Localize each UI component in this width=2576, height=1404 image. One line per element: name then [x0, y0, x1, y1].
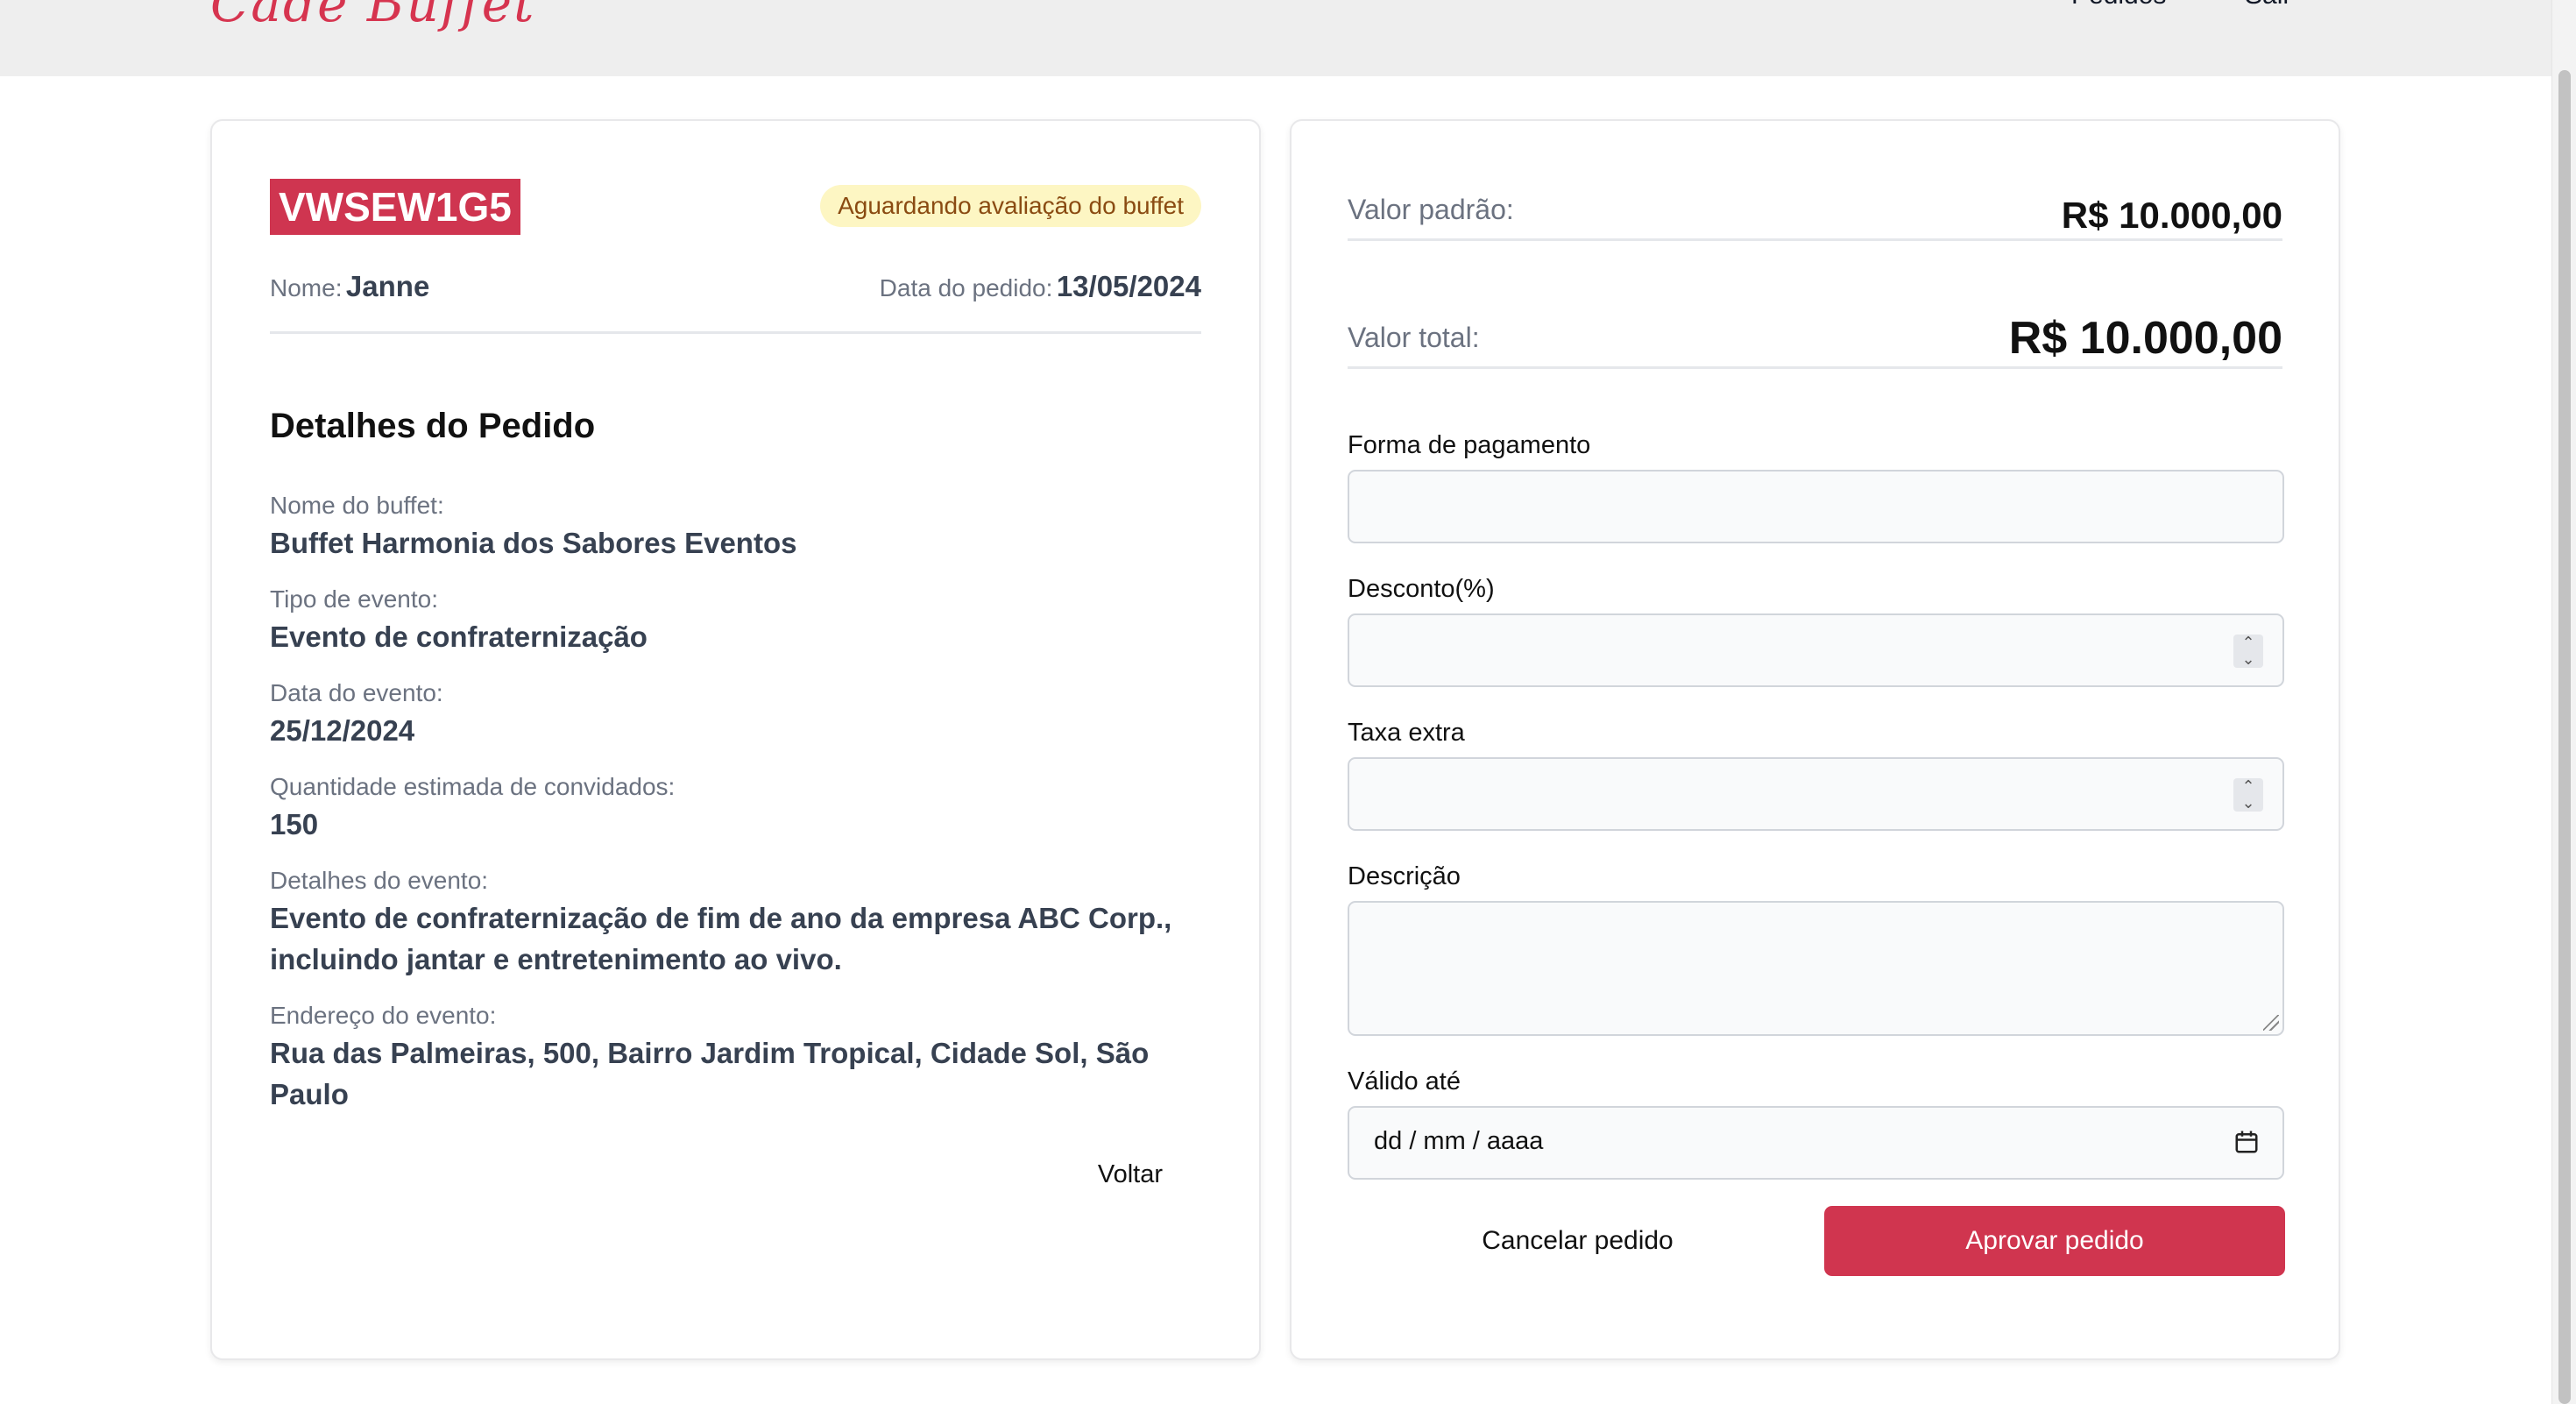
customer-name-label: Nome: [270, 274, 343, 301]
description-label: Descrição [1348, 862, 1461, 890]
date-placeholder: dd / mm / aaaa [1374, 1127, 1544, 1155]
detail-event-date: Data do evento: 25/12/2024 [270, 677, 1172, 751]
approval-form-card: Valor padrão: R$ 10.000,00 Valor total: … [1290, 119, 2340, 1360]
customer-name: Nome: Janne [270, 270, 429, 303]
total-price-row: Valor total: R$ 10.000,00 [1348, 296, 2282, 369]
extra-fee-input[interactable]: ⌃ ⌄ [1348, 757, 2284, 831]
nav-link-sair[interactable]: Sair [2245, 0, 2291, 11]
extra-fee-label: Taxa extra [1348, 719, 1465, 747]
detail-label: Detalhes do evento: [270, 867, 489, 894]
detail-label: Tipo de evento: [270, 585, 438, 613]
standard-price-label: Valor padrão: [1348, 194, 1514, 225]
calendar-icon[interactable] [2233, 1129, 2260, 1155]
detail-event-type: Tipo de evento: Evento de confraternizaç… [270, 583, 1172, 657]
resize-handle-icon[interactable] [2263, 1015, 2279, 1031]
payment-method-label: Forma de pagamento [1348, 431, 1591, 459]
back-button[interactable]: Voltar [1098, 1160, 1163, 1189]
detail-value: Evento de confraternização [270, 620, 648, 653]
customer-name-value: Janne [345, 270, 430, 302]
order-meta-row: Nome: Janne Data do pedido: 13/05/2024 [270, 270, 1201, 334]
detail-value: Evento de confraternização de fim de ano… [270, 902, 1172, 975]
detail-value: Rua das Palmeiras, 500, Bairro Jardim Tr… [270, 1037, 1150, 1110]
status-badge: Aguardando avaliação do buffet [820, 185, 1201, 227]
detail-guest-count: Quantidade estimada de convidados: 150 [270, 770, 1172, 845]
detail-label: Nome do buffet: [270, 492, 444, 519]
order-details-card: VWSEW1G5 Aguardando avaliação do buffet … [210, 119, 1261, 1360]
valid-until-date-input[interactable]: dd / mm / aaaa [1348, 1106, 2284, 1180]
detail-event-address: Endereço do evento: Rua das Palmeiras, 5… [270, 999, 1172, 1115]
order-code: VWSEW1G5 [270, 179, 520, 235]
details-title: Detalhes do Pedido [270, 407, 596, 445]
top-navbar: Cadê Buffet Pedidos Sair [0, 0, 2551, 76]
detail-value: 25/12/2024 [270, 714, 415, 747]
details-list: Nome do buffet: Buffet Harmonia dos Sabo… [270, 489, 1172, 1134]
detail-label: Data do evento: [270, 679, 443, 706]
description-textarea[interactable] [1348, 901, 2284, 1036]
detail-event-description: Detalhes do evento: Evento de confratern… [270, 864, 1172, 980]
discount-stepper[interactable]: ⌃ ⌄ [2233, 635, 2263, 668]
detail-label: Quantidade estimada de convidados: [270, 773, 676, 800]
discount-label: Desconto(%) [1348, 575, 1495, 603]
detail-label: Endereço do evento: [270, 1002, 497, 1029]
cancel-order-button[interactable]: Cancelar pedido [1348, 1206, 1808, 1276]
scrollbar-thumb[interactable] [2558, 70, 2571, 1404]
brand-logo[interactable]: Cadê Buffet [210, 0, 535, 33]
total-price-value: R$ 10.000,00 [2008, 313, 2282, 364]
detail-value: 150 [270, 808, 319, 840]
payment-method-input[interactable] [1348, 470, 2284, 543]
valid-until-label: Válido até [1348, 1067, 1461, 1096]
order-date-label: Data do pedido: [879, 274, 1053, 301]
detail-value: Buffet Harmonia dos Sabores Eventos [270, 527, 797, 559]
page-scrollbar[interactable] [2551, 0, 2576, 1404]
standard-price-value: R$ 10.000,00 [2061, 195, 2282, 236]
order-date-value: 13/05/2024 [1056, 270, 1201, 302]
nav-link-pedidos[interactable]: Pedidos [2071, 0, 2166, 11]
approve-order-button[interactable]: Aprovar pedido [1824, 1206, 2285, 1276]
discount-input[interactable]: ⌃ ⌄ [1348, 613, 2284, 687]
order-date: Data do pedido: 13/05/2024 [880, 270, 1201, 303]
extra-fee-stepper[interactable]: ⌃ ⌄ [2233, 778, 2263, 812]
standard-price-row: Valor padrão: R$ 10.000,00 [1348, 179, 2282, 241]
total-price-label: Valor total: [1348, 322, 1480, 353]
detail-buffet-name: Nome do buffet: Buffet Harmonia dos Sabo… [270, 489, 1172, 564]
